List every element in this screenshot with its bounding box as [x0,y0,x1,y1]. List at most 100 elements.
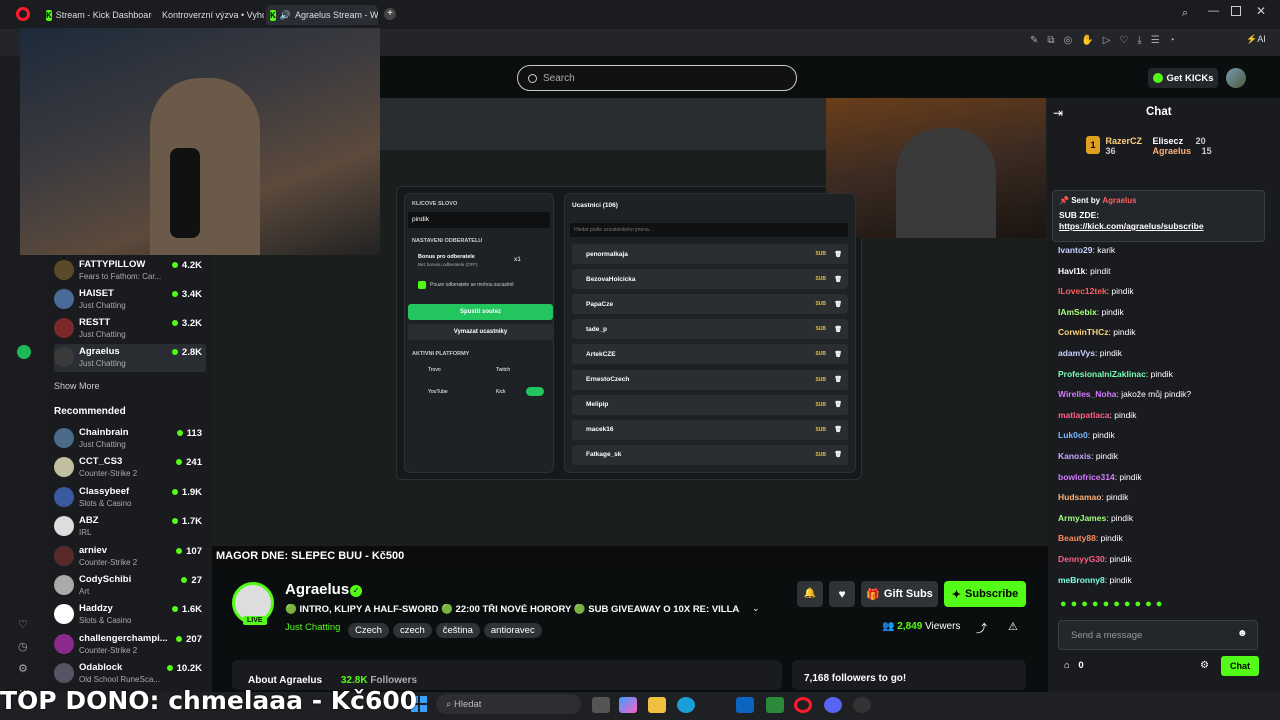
platform-kick[interactable]: Kick [496,389,505,395]
chat-username[interactable]: matlapatlaca [1058,410,1110,420]
participant-row[interactable]: BezovaHolcicka SUB 🗑 [572,269,848,290]
trash-icon[interactable]: 🗑 [834,276,842,283]
participant-row[interactable]: tade_p SUB 🗑 [572,319,848,340]
participant-row[interactable]: Fatkage_sk SUB 🗑 [572,444,848,465]
sidebar-item-recommended[interactable]: CodySchibi Art 27 [54,572,206,600]
sidebar-item-agraelus[interactable]: Agraelus Just Chatting 2.8K [54,344,206,372]
emote-bar[interactable]: ●●●●●●●●●● [1060,598,1260,614]
notification-bell-button[interactable]: 🔔 [797,581,823,607]
pinned-message[interactable]: 📌 Sent by Agraelus SUB ZDE: https://kick… [1052,190,1265,242]
tab-kick-dashboard[interactable]: K Stream - Kick Dashboard [42,5,152,25]
show-more-button[interactable]: Show More [54,381,100,391]
file-explorer-icon[interactable] [648,697,666,713]
keyword-input[interactable]: pindik [408,212,550,228]
emoji-icon[interactable]: ☻ [1237,628,1248,639]
chat-username[interactable]: Havl1k [1058,266,1085,276]
tag[interactable]: Czech [348,623,389,638]
subs-only-checkbox[interactable] [418,281,426,289]
chat-username[interactable]: ProfesionalniZaklinac [1058,369,1146,379]
sidebar-item-restt[interactable]: RESTT Just Chatting 3.2K [54,315,206,343]
taskbar-search[interactable]: ⌕ Hledat [436,694,581,714]
sidebar-item-recommended[interactable]: ABZ IRL 1.7K [54,513,206,541]
tag[interactable]: čeština [435,623,480,638]
chat-username[interactable]: ArmyJames [1058,513,1106,523]
participant-row[interactable]: ErnestoCzech SUB 🗑 [572,369,848,390]
task-view-icon[interactable] [592,697,610,713]
kick-toggle[interactable] [526,387,544,396]
chat-username[interactable]: adamVys [1058,348,1095,358]
platform-twitch[interactable]: Twitch [496,367,510,373]
chat-username[interactable]: ILovec12tek [1058,286,1107,296]
new-tab-button[interactable]: + [384,8,396,20]
collapse-chat-icon[interactable]: ⇥ [1053,106,1063,120]
chat-settings-icon[interactable]: ⚙ [1200,660,1209,671]
maximize-button[interactable] [1231,6,1241,16]
share-icon[interactable]: ⤴ [976,620,987,636]
sidebar-item-recommended[interactable]: Odablock Old School RuneSca... 10.2K [54,660,206,688]
sidebar-item-recommended[interactable]: arniev Counter-Strike 2 107 [54,543,206,571]
participant-row[interactable]: PapaCze SUB 🗑 [572,294,848,315]
tab-youtube[interactable]: Kontroverzní výzva • Vyho [154,5,264,25]
streamer-name[interactable]: Agraelus [285,581,349,598]
obs-icon[interactable] [853,697,871,713]
sidebar-item-fattypillow[interactable]: FATTYPILLOW Fears to Fathom: Car... 4.2K [54,257,206,285]
trash-icon[interactable]: 🗑 [834,401,842,408]
chat-username[interactable]: Luk0o0 [1058,430,1088,440]
chat-input[interactable]: Send a message [1058,620,1258,650]
trash-icon[interactable]: 🗑 [834,251,842,258]
chevron-down-icon[interactable]: ⌄ [752,603,760,614]
opera-taskbar-icon[interactable] [794,697,812,713]
opera-logo-icon[interactable] [16,7,30,21]
discord-icon[interactable] [824,697,842,713]
chat-username[interactable]: Hudsamao [1058,492,1101,502]
outlook-icon[interactable] [736,697,754,713]
history-icon[interactable]: ◷ [18,640,28,653]
close-window-button[interactable]: ✕ [1256,4,1266,18]
minimize-button[interactable]: — [1208,5,1219,17]
tab-agraelus-stream[interactable]: K 🔊 Agraelus Stream - Wat [266,5,378,25]
subscribe-button[interactable]: ✦ Subscribe [944,581,1026,607]
sidebar-item-haiset[interactable]: HAISET Just Chatting 3.4K [54,286,206,314]
copilot-icon[interactable] [619,697,637,713]
chat-username[interactable]: IAmSebix [1058,307,1097,317]
sidebar-item-recommended[interactable]: challengerchampi... Counter-Strike 2 207 [54,631,206,659]
ai-button[interactable]: ⚡AI [1246,34,1266,45]
settings-icon[interactable]: ⚙ [18,662,28,675]
multiplier-select[interactable]: x1 [514,256,521,263]
participant-search-input[interactable]: Hledat podle uzivatelskeho jmena... [570,223,848,237]
sidebar-item-recommended[interactable]: Haddzy Slots & Casino 1.6K [54,601,206,629]
stream-category[interactable]: Just Chatting [285,622,340,633]
participant-row[interactable]: ArtekCZE SUB 🗑 [572,344,848,365]
chat-send-button[interactable]: Chat [1221,656,1259,676]
user-avatar[interactable] [1226,68,1246,88]
participant-row[interactable]: Melipip SUB 🗑 [572,394,848,415]
edge-icon[interactable] [677,697,695,713]
chat-username[interactable]: Beauty88 [1058,533,1096,543]
start-giveaway-button[interactable]: Spustit soutez [408,304,553,320]
heart-icon[interactable]: ♡ [18,618,28,631]
sidebar-item-recommended[interactable]: Classybeef Slots & Casino 1.9K [54,484,206,512]
search-input[interactable]: Search [517,65,797,91]
search-tabs-icon[interactable]: ⌕ [1182,7,1188,20]
gift-subs-button[interactable]: 🎁 Gift Subs [861,581,938,607]
chat-username[interactable]: meBronny8 [1058,575,1105,585]
chat-username[interactable]: bowlofrice314 [1058,472,1115,482]
trash-icon[interactable]: 🗑 [834,301,842,308]
app-b-icon[interactable] [766,697,784,713]
follow-heart-button[interactable]: ♥ [829,581,855,607]
extension-icons[interactable]: ✎⧉◎✋▷♡⤓☰◔ [1030,35,1184,46]
chat-username[interactable]: DennyyG30 [1058,554,1105,564]
clear-participants-button[interactable]: Vymazat ucastniky [408,324,553,340]
platform-youtube[interactable]: YouTube [428,389,448,395]
sidebar-item-recommended[interactable]: Chainbrain Just Chatting 113 [54,425,206,453]
tag[interactable]: antioravec [483,623,542,638]
chat-username[interactable]: Ivanto29 [1058,245,1093,255]
chat-username[interactable]: Kanoxis [1058,451,1091,461]
get-kicks-button[interactable]: Get KICKs [1148,68,1218,88]
tag[interactable]: czech [392,623,432,638]
participant-row[interactable]: macek16 SUB 🗑 [572,419,848,440]
chat-username[interactable]: CorwinTHCz [1058,327,1109,337]
trash-icon[interactable]: 🗑 [834,451,842,458]
platform-trovo[interactable]: Trovo [428,367,441,373]
spotify-icon[interactable] [17,345,31,359]
